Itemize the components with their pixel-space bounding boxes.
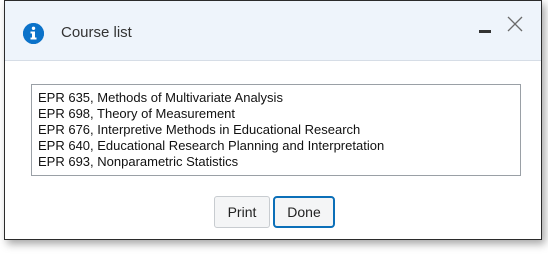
minimize-icon <box>479 30 491 33</box>
list-item[interactable]: EPR 698, Theory of Measurement <box>38 106 520 122</box>
close-icon <box>507 16 523 32</box>
list-item[interactable]: EPR 676, Interpretive Methods in Educati… <box>38 122 520 138</box>
list-item[interactable]: EPR 693, Nonparametric Statistics <box>38 154 520 170</box>
course-listbox[interactable]: EPR 635, Methods of Multivariate Analysi… <box>31 84 521 176</box>
dialog-title: Course list <box>61 24 132 41</box>
close-button[interactable] <box>505 14 525 34</box>
print-button[interactable]: Print <box>214 196 270 228</box>
minimize-button[interactable] <box>477 21 493 37</box>
done-button[interactable]: Done <box>273 196 335 228</box>
course-list-dialog: Course list EPR 635, Methods of Multivar… <box>4 0 542 240</box>
dialog-titlebar: Course list <box>5 1 541 61</box>
list-item[interactable]: EPR 635, Methods of Multivariate Analysi… <box>38 90 520 106</box>
info-icon <box>23 23 44 44</box>
list-item[interactable]: EPR 640, Educational Research Planning a… <box>38 138 520 154</box>
